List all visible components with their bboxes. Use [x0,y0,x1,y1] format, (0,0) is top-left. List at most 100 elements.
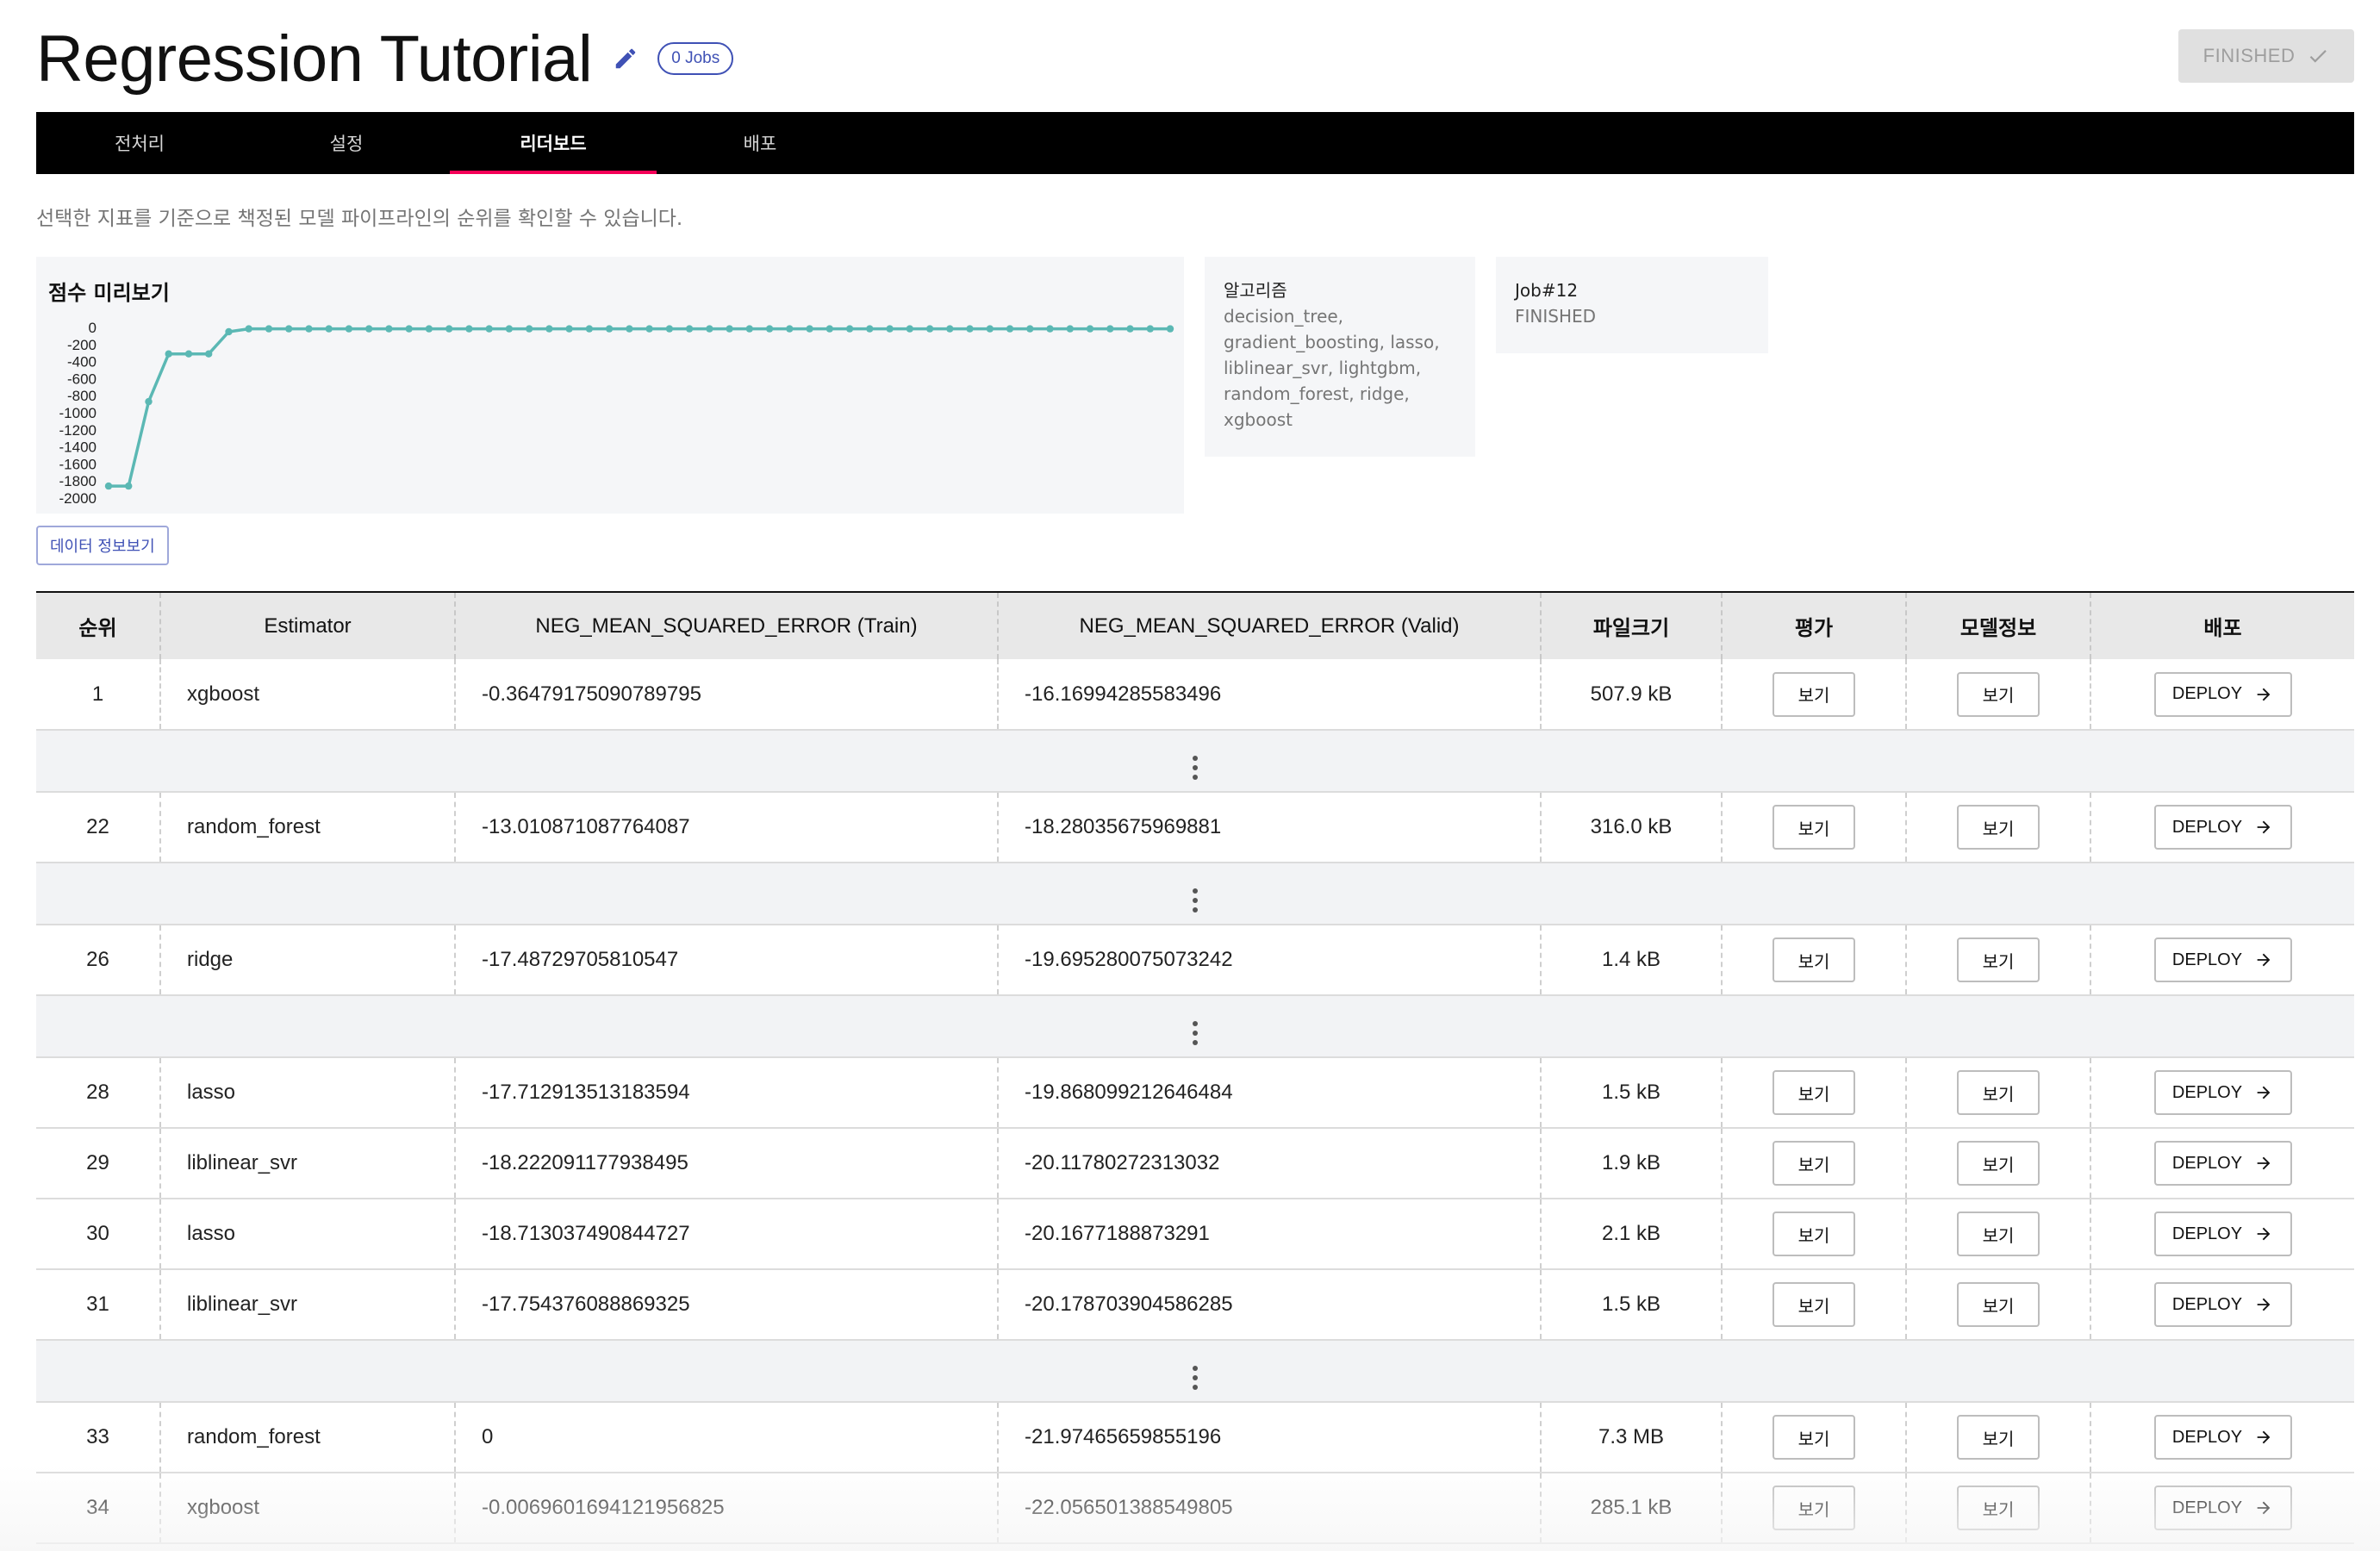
rank-cell: 22 [36,792,161,863]
table-row: 1 xgboost -0.36479175090789795 -16.16994285… [36,659,2354,730]
estimator-cell: ridge [160,925,456,995]
model-info-view-button[interactable]: 보기 [1957,805,2040,850]
score-data-point [1086,325,1094,333]
evaluation-view-button[interactable]: 보기 [1773,805,1855,850]
valid-score-cell: -19.868099212646484 [998,1057,1542,1128]
tab-bar: 전처리 설정 리더보드 배포 [36,112,2354,174]
evaluation-view-button[interactable]: 보기 [1773,1212,1855,1256]
model-info-view-button[interactable]: 보기 [1957,1070,2040,1115]
deploy-button[interactable]: DEPLOY [2153,937,2292,982]
estimator-cell: random_forest [160,792,456,863]
model-info-view-button[interactable]: 보기 [1957,671,2040,717]
estimator-cell: xgboost [160,1473,456,1543]
deploy-cell: DEPLOY [2090,925,2354,995]
score-data-point [125,482,133,490]
score-data-point [706,325,713,333]
model-info-view-button[interactable]: 보기 [1957,1141,2040,1186]
deploy-cell: DEPLOY [2090,792,2354,863]
model-info-cell: 보기 [1906,1402,2091,1473]
score-data-point [325,325,333,333]
score-data-point [645,325,653,333]
train-score-cell: -13.010871087764087 [455,792,999,863]
collapsed-rows-separator[interactable] [36,730,2354,792]
score-preview-chart: 0-200-400-600-800-1000-1200-1400-1600-18… [59,320,1174,507]
more-vert-icon[interactable] [1193,1365,1198,1390]
column-header-estimator[interactable]: Estimator [160,592,456,659]
tab-settings[interactable]: 설정 [243,112,450,174]
arrow-right-icon [2257,1501,2271,1515]
y-tick-label: -1000 [59,405,97,421]
algorithm-line: random_forest, ridge, [1224,383,1410,404]
evaluation-cell: 보기 [1722,659,1907,730]
jobs-badge[interactable]: 0 Jobs [657,42,734,75]
deploy-button[interactable]: DEPLOY [2153,805,2292,850]
collapsed-rows-separator[interactable] [36,863,2354,925]
score-data-point [806,325,813,333]
score-data-point [1006,325,1014,333]
score-data-point [665,325,674,333]
expand-rows-cell[interactable] [36,730,2354,792]
evaluation-view-button[interactable]: 보기 [1773,1070,1855,1115]
score-series-line [109,327,1170,488]
evaluation-view-button[interactable]: 보기 [1773,671,1855,717]
evaluation-cell: 보기 [1722,1269,1907,1340]
data-info-button[interactable]: 데이터 정보보기 [36,526,169,565]
arrow-right-icon [2257,1430,2271,1444]
evaluation-cell: 보기 [1722,1473,1907,1543]
expand-rows-cell[interactable] [36,1340,2354,1402]
train-score-cell: -0.36479175090789795 [455,659,999,730]
page-title: Regression Tutorial [36,22,593,96]
score-data-point [425,325,433,333]
deploy-label: DEPLOY [2171,817,2243,837]
algorithm-card: 알고리즘 decision_tree, gradient_boosting, l… [1205,257,1475,457]
model-info-cell: 보기 [1906,1199,2091,1269]
rank-cell: 34 [36,1473,161,1543]
column-header-valid-score[interactable]: NEG_MEAN_SQUARED_ERROR (Valid) [998,592,1542,659]
expand-rows-cell[interactable] [36,863,2354,925]
column-header-file-size[interactable]: 파일크기 [1541,592,1723,659]
deploy-button[interactable]: DEPLOY [2153,1212,2292,1256]
more-vert-icon[interactable] [1193,888,1198,913]
algorithm-label: 알고리즘 [1224,280,1287,301]
deploy-button[interactable]: DEPLOY [2153,1486,2292,1530]
column-header-train-score[interactable]: NEG_MEAN_SQUARED_ERROR (Train) [455,592,999,659]
valid-score-cell: -20.1677188873291 [998,1199,1542,1269]
score-data-point [826,325,833,333]
more-vert-icon[interactable] [1193,1020,1198,1045]
model-info-view-button[interactable]: 보기 [1957,1282,2040,1327]
score-data-point [365,325,373,333]
tab-deploy[interactable]: 배포 [657,112,863,174]
model-info-view-button[interactable]: 보기 [1957,1486,2040,1530]
deploy-button[interactable]: DEPLOY [2153,1282,2292,1327]
model-info-view-button[interactable]: 보기 [1957,937,2040,982]
collapsed-rows-separator[interactable] [36,995,2354,1057]
evaluation-cell: 보기 [1722,1402,1907,1473]
model-info-view-button[interactable]: 보기 [1957,1415,2040,1460]
score-data-point [1106,325,1114,333]
evaluation-view-button[interactable]: 보기 [1773,1141,1855,1186]
arrow-right-icon [2257,1227,2271,1241]
column-header-rank[interactable]: 순위 [36,592,161,659]
collapsed-rows-separator[interactable] [36,1340,2354,1402]
table-row: 26 ridge -17.48729705810547 -19.69528007507… [36,925,2354,995]
file-size-cell: 1.4 kB [1541,925,1723,995]
deploy-label: DEPLOY [2171,1082,2243,1102]
deploy-button[interactable]: DEPLOY [2153,1415,2292,1460]
tab-leaderboard[interactable]: 리더보드 [450,112,657,174]
tab-preprocessing[interactable]: 전처리 [36,112,243,174]
expand-rows-cell[interactable] [36,995,2354,1057]
model-info-view-button[interactable]: 보기 [1957,1212,2040,1256]
deploy-button[interactable]: DEPLOY [2153,671,2292,717]
evaluation-view-button[interactable]: 보기 [1773,937,1855,982]
pencil-icon[interactable] [611,44,640,73]
evaluation-view-button[interactable]: 보기 [1773,1415,1855,1460]
rank-cell: 28 [36,1057,161,1128]
arrow-right-icon [2257,688,2271,701]
deploy-button[interactable]: DEPLOY [2153,1141,2292,1186]
more-vert-icon[interactable] [1193,755,1198,780]
evaluation-view-button[interactable]: 보기 [1773,1282,1855,1327]
deploy-label: DEPLOY [2171,950,2243,969]
deploy-button[interactable]: DEPLOY [2153,1070,2292,1115]
evaluation-view-button[interactable]: 보기 [1773,1486,1855,1530]
evaluation-cell: 보기 [1722,792,1907,863]
